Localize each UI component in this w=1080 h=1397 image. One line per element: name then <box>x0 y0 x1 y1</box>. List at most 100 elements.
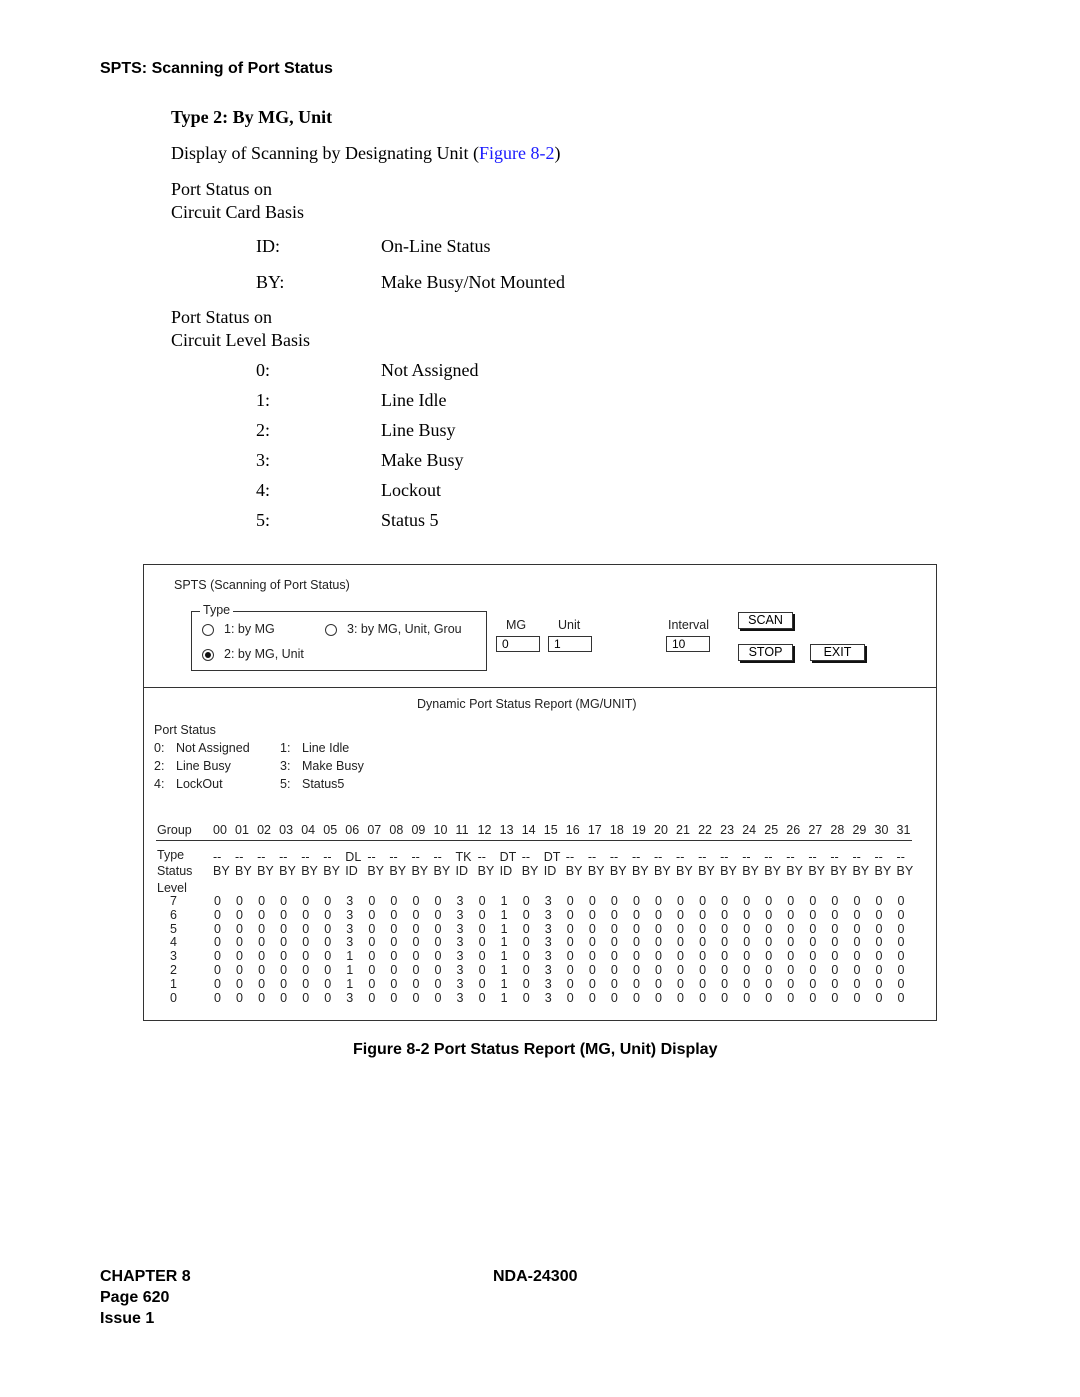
level-value-cell: 3 <box>346 921 354 936</box>
status-cell: BY <box>279 864 296 878</box>
level-value-cell: 0 <box>412 963 420 977</box>
level-value-cell: 0 <box>390 894 398 908</box>
level-value-cell: 0 <box>478 990 486 1005</box>
level-value-cell: 0 <box>390 921 398 936</box>
level-value-cell: 0 <box>743 990 751 1005</box>
status-cell: BY <box>654 864 671 878</box>
group-column-header: 25 <box>764 823 779 837</box>
level-value-cell: 0 <box>434 894 442 908</box>
level-value-cell: 0 <box>368 949 376 964</box>
group-column-header: 26 <box>786 823 801 837</box>
level-value-cell: 0 <box>522 990 530 1005</box>
group-column-header: 21 <box>676 823 690 837</box>
type-cell: -- <box>786 850 795 864</box>
level-value-cell: 0 <box>875 963 883 977</box>
group-column-header: 06 <box>345 823 360 837</box>
group-column-header: 27 <box>808 823 823 837</box>
level-value-cell: 0 <box>831 894 839 908</box>
level-value-cell: 0 <box>258 935 266 950</box>
figure-caption: Figure 8-2 Port Status Report (MG, Unit)… <box>353 1041 718 1058</box>
level-value-cell: 1 <box>500 921 508 936</box>
level-value-cell: 0 <box>632 921 640 936</box>
level-value-cell: 0 <box>390 990 398 1005</box>
group-column-header: 11 <box>455 823 469 837</box>
level-value-cell: 0 <box>434 976 442 991</box>
level-value-cell: 0 <box>853 963 861 977</box>
intro-suffix: ) <box>554 143 561 163</box>
level-value-cell: 0 <box>632 990 640 1005</box>
level-value-cell: 0 <box>324 921 332 936</box>
level-value-cell: 0 <box>214 921 221 936</box>
level-value-cell: 0 <box>765 907 773 922</box>
level-value-cell: 1 <box>500 907 508 922</box>
level-value-cell: 0 <box>765 990 773 1005</box>
level-value-cell: 0 <box>280 921 288 936</box>
status-cell: ID <box>345 864 358 878</box>
status-cell: BY <box>896 864 914 878</box>
group-column-header: 31 <box>896 823 911 837</box>
level-value-cell: 0 <box>721 894 729 908</box>
status-cell: ID <box>543 864 557 878</box>
level-value-cell: 3 <box>456 921 464 936</box>
level-value-cell: 0 <box>809 963 817 977</box>
type-cell: -- <box>433 850 442 864</box>
status-cell: BY <box>301 864 318 878</box>
type-cell: -- <box>896 850 905 864</box>
level-value-cell: 0 <box>434 921 442 936</box>
status-cell: BY <box>213 864 230 878</box>
status-cell: BY <box>323 864 340 878</box>
level-value-cell: 0 <box>280 894 288 908</box>
group-column-header: 17 <box>587 823 602 837</box>
level-value-cell: 1 <box>500 935 508 950</box>
level-value-cell: 0 <box>280 949 288 964</box>
level-value-cell: 0 <box>434 907 442 922</box>
type-cell: -- <box>808 850 817 864</box>
type-cell: -- <box>587 850 597 864</box>
group-column-header: 12 <box>477 823 492 837</box>
level-value-cell: 0 <box>368 921 376 936</box>
level-value-cell: 0 <box>236 894 243 908</box>
level-value-cell: 0 <box>655 894 662 908</box>
group-column-header: 14 <box>521 823 536 837</box>
level-value-cell: 0 <box>743 976 751 991</box>
status-cell: ID <box>455 864 469 878</box>
level-value-cell: 0 <box>214 949 221 964</box>
level-value-cell: 0 <box>743 921 751 936</box>
figure-link[interactable]: Figure 8-2 <box>479 143 555 163</box>
level-value-cell: 1 <box>346 976 354 991</box>
level-value-cell: 0 <box>236 990 243 1005</box>
level-value-cell: 0 <box>566 963 574 977</box>
status-cell: BY <box>433 864 451 878</box>
level-value-cell: 1 <box>500 894 508 908</box>
footer-chapter: CHAPTER 8 <box>100 1268 191 1285</box>
level-value-cell: 0 <box>236 963 243 977</box>
level-value-cell: 0 <box>743 935 751 950</box>
group-column-header: 13 <box>499 823 514 837</box>
level-number: 7 <box>170 894 177 908</box>
level-value-cell: 0 <box>478 907 486 922</box>
card-basis-code: ID: <box>256 236 280 256</box>
section-heading: SPTS: Scanning of Port Status <box>100 60 333 77</box>
group-column-header: 03 <box>279 823 294 837</box>
level-value-cell: 0 <box>699 963 707 977</box>
level-value-cell: 0 <box>831 990 839 1005</box>
level-value-cell: 0 <box>809 935 817 950</box>
level-value-cell: 0 <box>412 990 420 1005</box>
card-basis-title-line2: Circuit Card Basis <box>171 202 304 222</box>
level-number: 1 <box>170 976 177 991</box>
group-column-header: 10 <box>433 823 448 837</box>
level-value-cell: 3 <box>544 949 552 964</box>
status-cell: BY <box>565 864 583 878</box>
level-number: 5 <box>170 921 177 936</box>
level-value-cell: 0 <box>655 949 662 964</box>
level-value-cell: 0 <box>412 935 420 950</box>
type-cell: -- <box>389 850 398 864</box>
level-value-cell: 0 <box>897 976 905 991</box>
level-value-cell: 0 <box>699 907 707 922</box>
group-column-header: 24 <box>742 823 757 837</box>
level-value-cell: 3 <box>544 935 552 950</box>
level-value-cell: 1 <box>500 963 508 977</box>
level-value-cell: 0 <box>765 976 773 991</box>
level-value-cell: 0 <box>699 976 707 991</box>
card-basis-title-line1: Port Status on <box>171 179 273 199</box>
